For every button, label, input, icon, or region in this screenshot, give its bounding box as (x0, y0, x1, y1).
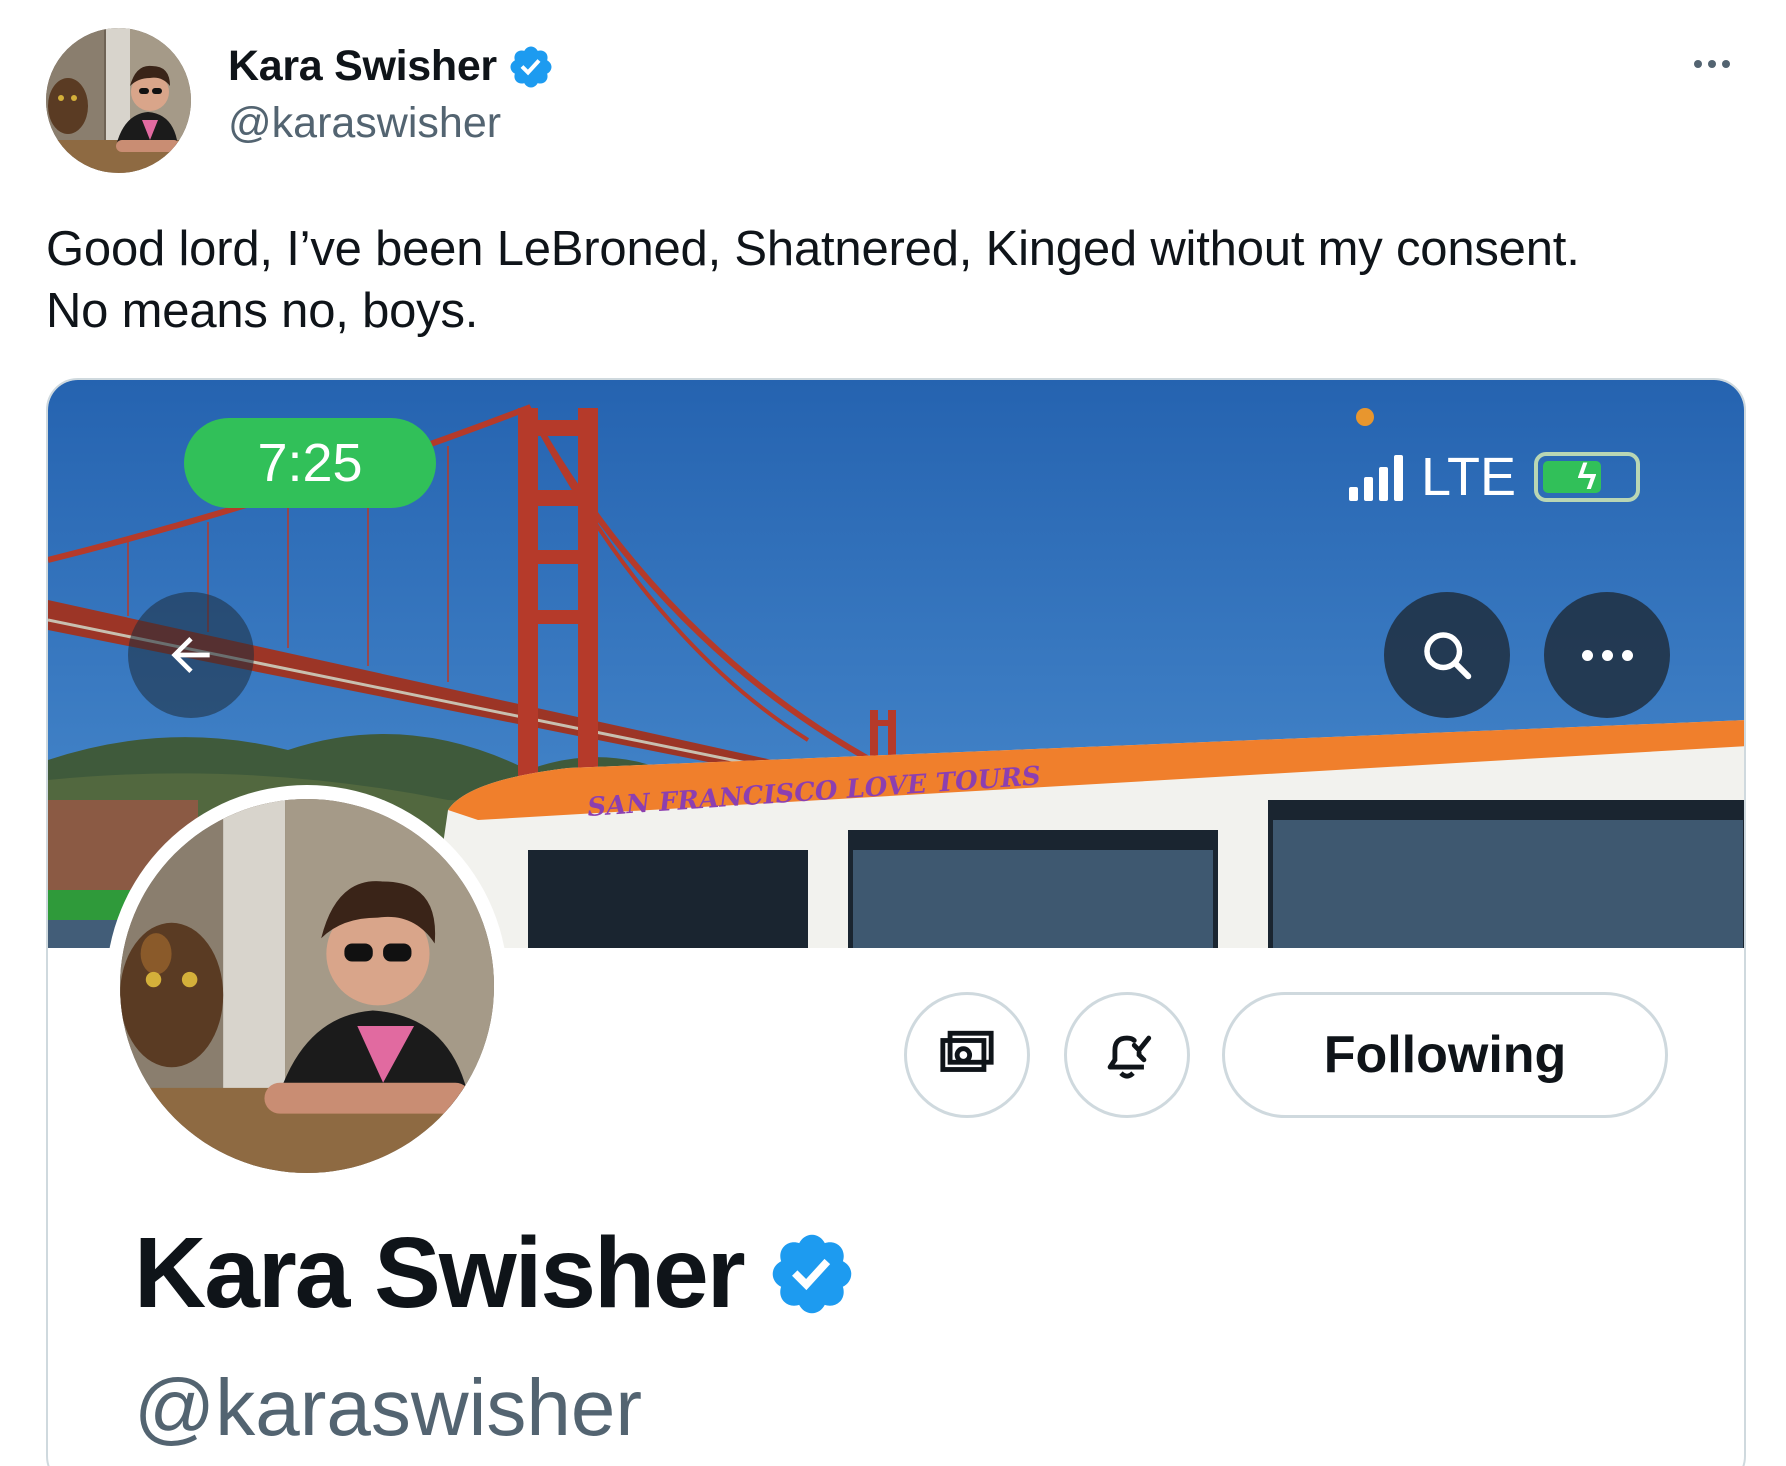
tweet-author-handle[interactable]: @karaswisher (228, 99, 555, 148)
bell-check-icon[interactable] (1064, 992, 1190, 1118)
profile-handle: @karaswisher (134, 1363, 643, 1452)
tweet-author-name[interactable]: Kara Swisher (228, 42, 497, 91)
more-icon[interactable] (1544, 592, 1670, 718)
tweet-author-avatar[interactable] (46, 28, 191, 173)
profile-avatar[interactable] (106, 785, 508, 1187)
signal-icon (1348, 453, 1403, 501)
more-icon[interactable] (1682, 44, 1742, 84)
money-icon[interactable] (904, 992, 1030, 1118)
status-time: 7:25 (184, 418, 436, 508)
search-icon[interactable] (1384, 592, 1510, 718)
verified-badge-icon (772, 1234, 851, 1313)
back-arrow-icon[interactable] (128, 592, 254, 718)
network-type: LTE (1420, 447, 1516, 507)
privacy-indicator-dot (1356, 408, 1374, 426)
following-button[interactable]: Following (1222, 992, 1668, 1118)
tweet-media-image[interactable]: SAN FRANCISCO LOVE TOURS 7:25 LTE ϟ Foll… (46, 378, 1746, 1466)
profile-name: Kara Swisher (134, 1217, 746, 1329)
tweet-text: Good lord, I’ve been LeBroned, Shatnered… (46, 222, 1580, 338)
battery-icon: ϟ (1534, 452, 1640, 502)
verified-badge-icon (510, 46, 552, 87)
